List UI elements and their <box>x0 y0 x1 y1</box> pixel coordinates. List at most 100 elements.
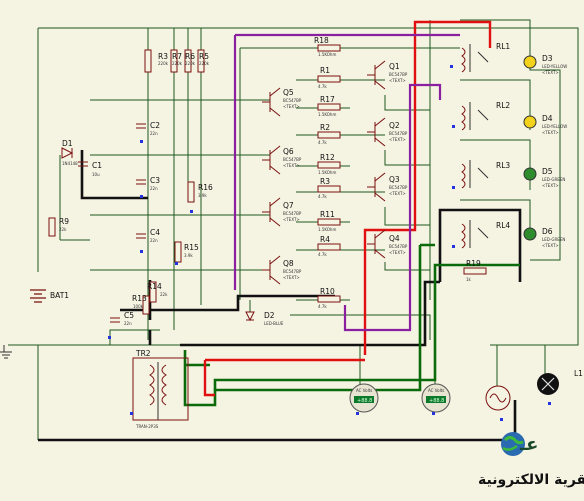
resistor-bank-top: R3 R7 R6 R5 220k 220k 220k 220k <box>144 49 210 73</box>
transistor-Q7: Q7 BC547BP <TEXT> <box>262 197 302 227</box>
ac-source <box>485 385 511 411</box>
R15-label: R15 <box>184 243 199 252</box>
R15-value: 3.9k <box>184 253 193 258</box>
svg-text:R1: R1 <box>320 66 330 75</box>
led-D6: D6 LED-GREEN <TEXT> <box>523 227 565 248</box>
transistor-Q2: Q2 BC547BP <TEXT> <box>367 117 408 147</box>
svg-text:Q6: Q6 <box>283 147 294 156</box>
led-D3: D3 LED-YELLOW <TEXT> <box>523 54 567 75</box>
R3-value: 220k <box>158 61 169 66</box>
svg-text:4.7k: 4.7k <box>318 194 327 199</box>
svg-text:<TEXT>: <TEXT> <box>542 130 559 135</box>
svg-text:BC547BP: BC547BP <box>389 244 408 249</box>
transistor-Q5: Q5 BC547BP <TEXT> <box>262 87 302 117</box>
resistor-R17 <box>317 103 341 111</box>
transistor-Q3: Q3 BC547BP <TEXT> <box>367 172 408 202</box>
svg-text:BC547BP: BC547BP <box>389 131 408 136</box>
R13-label: R13 <box>132 294 147 303</box>
svg-text:R12: R12 <box>320 153 335 162</box>
svg-text:LED-BLUE: LED-BLUE <box>264 321 284 326</box>
svg-text:+88.8: +88.8 <box>429 398 444 404</box>
svg-text:R10: R10 <box>320 287 335 296</box>
svg-text:4.7k: 4.7k <box>318 84 327 89</box>
relay-RL1: RL1 <box>461 42 510 73</box>
transistor-Q8: Q8 BC547BP <TEXT> <box>262 255 302 285</box>
svg-text:RL3: RL3 <box>496 161 510 170</box>
svg-text:R19: R19 <box>466 259 481 268</box>
C1-label: C1 <box>92 161 102 170</box>
R14-value: 22k <box>160 292 168 297</box>
svg-text:BC547BP: BC547BP <box>283 157 302 162</box>
svg-text:BC547BP: BC547BP <box>283 269 302 274</box>
svg-text:1.5KOhm: 1.5KOhm <box>318 112 336 117</box>
input-stage: D1 1N4148 C1 10u R9 22k <box>48 139 102 237</box>
R5-value: 220k <box>199 61 210 66</box>
R6-label: R6 <box>185 52 195 61</box>
svg-text:Q3: Q3 <box>389 175 400 184</box>
svg-text:R17: R17 <box>320 95 335 104</box>
R13-value: 100k <box>133 304 144 309</box>
svg-text:<TEXT>: <TEXT> <box>542 183 559 188</box>
svg-text:D4: D4 <box>542 114 553 123</box>
svg-text:Q1: Q1 <box>389 62 400 71</box>
svg-text:RL4: RL4 <box>496 221 510 230</box>
watermark-text: القرية الالكترونية <box>478 472 584 488</box>
svg-text:Q5: Q5 <box>283 88 294 97</box>
R3-label: R3 <box>158 52 168 61</box>
svg-text:<TEXT>: <TEXT> <box>389 137 406 142</box>
svg-text:Q7: Q7 <box>283 201 294 210</box>
svg-text:1.5KOhm: 1.5KOhm <box>318 170 336 175</box>
svg-text:عـ: عـ <box>519 434 538 455</box>
svg-text:D2: D2 <box>264 311 275 320</box>
resistor-R1 <box>317 75 341 83</box>
svg-text:1.5KOhm: 1.5KOhm <box>318 52 336 57</box>
svg-text:<TEXT>: <TEXT> <box>283 217 300 222</box>
svg-text:Q2: Q2 <box>389 121 400 130</box>
svg-text:<TEXT>: <TEXT> <box>389 250 406 255</box>
svg-text:<TEXT>: <TEXT> <box>389 191 406 196</box>
resistor-R3b <box>317 185 341 193</box>
capacitor-C2 <box>136 123 146 129</box>
resistor-R18 <box>317 44 341 52</box>
svg-text:AC Volts: AC Volts <box>356 388 372 393</box>
highlighted-traces <box>38 20 522 442</box>
capacitor-C3 <box>136 179 146 185</box>
svg-text:4.7k: 4.7k <box>318 140 327 145</box>
svg-text:+88.8: +88.8 <box>357 398 372 404</box>
resistor-R9 <box>48 217 56 237</box>
C4-value: 22n <box>150 238 158 243</box>
ground-symbol <box>0 345 12 359</box>
BAT1-label: BAT1 <box>50 291 69 300</box>
svg-text:D5: D5 <box>542 167 553 176</box>
svg-text:Q8: Q8 <box>283 259 294 268</box>
svg-text:RL2: RL2 <box>496 101 510 110</box>
svg-text:TRAN-2P3S: TRAN-2P3S <box>135 424 159 429</box>
svg-text:LED-YELLOW: LED-YELLOW <box>542 64 567 69</box>
resistor-R4 <box>317 243 341 251</box>
resistor-R10 <box>317 295 341 303</box>
resistor-R12 <box>317 161 341 169</box>
svg-text:LED-GREEN: LED-GREEN <box>542 237 565 242</box>
C5-label: C5 <box>124 311 134 320</box>
C3-label: C3 <box>150 176 160 185</box>
R7-label: R7 <box>172 52 182 61</box>
resistor-R16 <box>187 181 195 203</box>
resistor-R3 <box>144 49 152 73</box>
D1-value: 1N4148 <box>62 161 78 166</box>
R9-value: 22k <box>59 227 67 232</box>
capacitor-C5 <box>110 317 120 323</box>
svg-text:R4: R4 <box>320 235 330 244</box>
lamp-L1: L1 <box>537 369 583 395</box>
svg-text:R18: R18 <box>314 36 329 45</box>
svg-text:R2: R2 <box>320 123 330 132</box>
diode-D1 <box>61 147 74 159</box>
svg-text:R11: R11 <box>320 210 335 219</box>
resistor-column-middle: R18 1.5KOhm R1 4.7k R17 1.5KOhm R2 4.7k … <box>314 36 341 309</box>
C2-label: C2 <box>150 121 160 130</box>
svg-text:R3: R3 <box>320 177 330 186</box>
svg-text:<TEXT>: <TEXT> <box>283 275 300 280</box>
relay-RL4: RL4 <box>461 220 510 249</box>
resistor-R19 <box>463 267 487 275</box>
R14-label: R14 <box>147 282 162 291</box>
svg-text:<TEXT>: <TEXT> <box>283 163 300 168</box>
